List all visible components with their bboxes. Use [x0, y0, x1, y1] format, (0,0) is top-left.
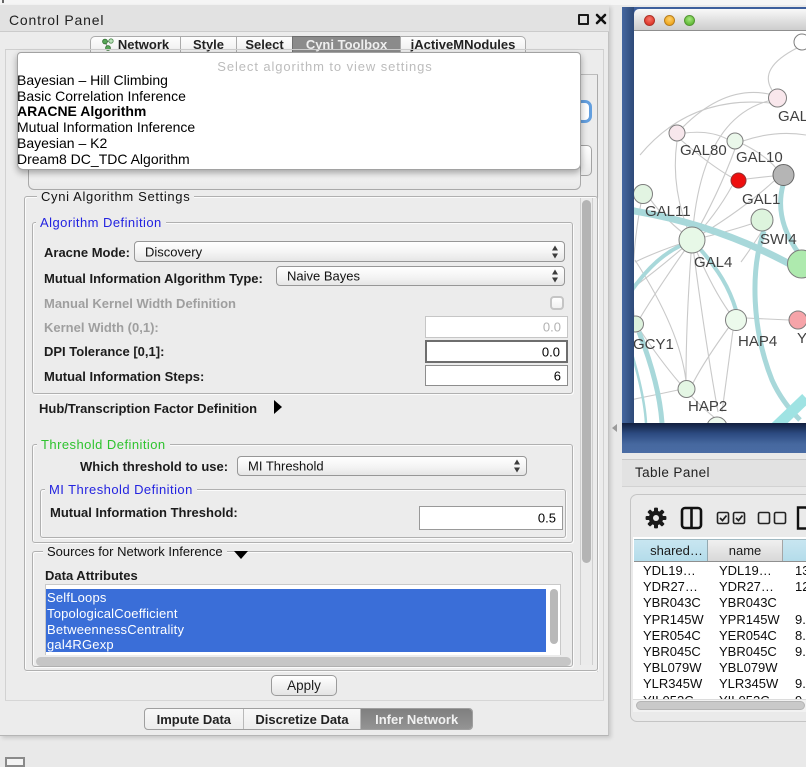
svg-text:HAP4: HAP4 — [738, 333, 777, 350]
svg-text:Y: Y — [797, 330, 806, 347]
svg-text:GAL11: GAL11 — [645, 203, 691, 220]
svg-text:GAL4: GAL4 — [694, 254, 732, 271]
svg-text:GAL80: GAL80 — [680, 142, 727, 159]
svg-text:GAL7: GAL7 — [778, 108, 806, 125]
svg-text:GCY1: GCY1 — [634, 336, 674, 353]
svg-text:SWI4: SWI4 — [760, 231, 797, 248]
svg-text:GAL1: GAL1 — [742, 191, 780, 208]
svg-text:HAP2: HAP2 — [688, 398, 727, 415]
svg-text:GAL10: GAL10 — [736, 149, 783, 166]
